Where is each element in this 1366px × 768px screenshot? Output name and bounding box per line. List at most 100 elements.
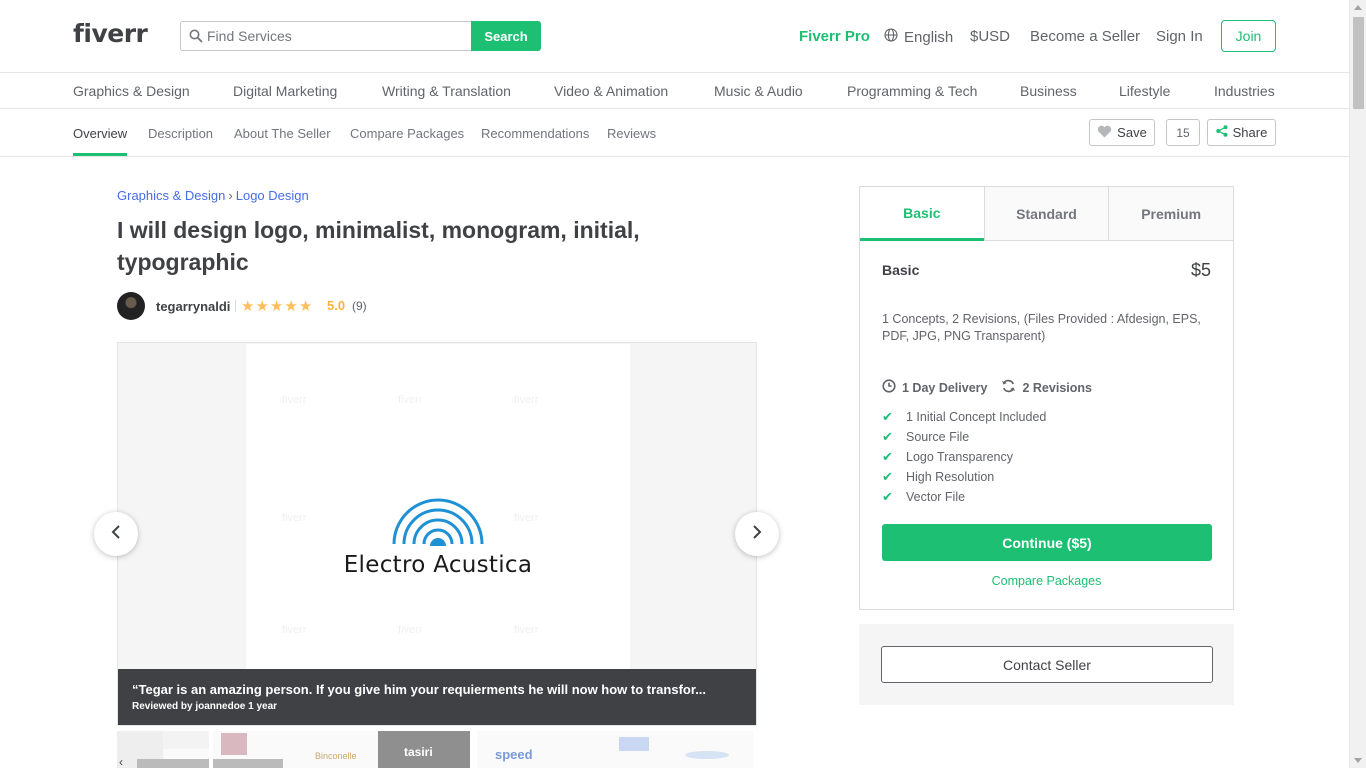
tab-reviews[interactable]: Reviews bbox=[607, 126, 656, 141]
thumbnail[interactable] bbox=[117, 731, 209, 768]
check-icon: ✔ bbox=[882, 409, 893, 424]
thumb-label: Binconelle bbox=[315, 751, 357, 761]
breadcrumb: Graphics & Design › Logo Design bbox=[117, 188, 309, 203]
rating-count[interactable]: (9) bbox=[352, 299, 367, 313]
feature-label: Vector File bbox=[906, 490, 966, 504]
heart-icon bbox=[1097, 125, 1112, 141]
tab-recommendations[interactable]: Recommendations bbox=[481, 126, 589, 141]
thumbnail[interactable] bbox=[661, 731, 753, 768]
gallery-next-button[interactable] bbox=[735, 512, 779, 556]
star-icon: ★ bbox=[269, 298, 284, 315]
category-music-audio[interactable]: Music & Audio bbox=[714, 83, 803, 99]
tab-standard[interactable]: Standard bbox=[983, 187, 1109, 240]
active-tab-indicator bbox=[73, 153, 127, 156]
delivery-label: 1 Day Delivery bbox=[902, 380, 988, 395]
package-description: 1 Concepts, 2 Revisions, (Files Provided… bbox=[882, 312, 1201, 343]
gig-gallery: fiverr fiverr fiverr fiverr fiverr fiver… bbox=[117, 342, 757, 726]
share-icon bbox=[1215, 125, 1228, 140]
watermark: fiverr bbox=[514, 624, 539, 636]
continue-button[interactable]: Continue ($5) bbox=[882, 524, 1212, 561]
become-seller-link[interactable]: Become a Seller bbox=[1030, 28, 1140, 45]
breadcrumb-graphics-design[interactable]: Graphics & Design bbox=[117, 188, 225, 203]
save-button[interactable]: Save bbox=[1089, 119, 1155, 146]
package-tabs: Basic Standard Premium bbox=[860, 187, 1234, 241]
fiverr-logo[interactable]: fiverr bbox=[73, 19, 148, 48]
thumb-label: speed bbox=[495, 747, 533, 762]
feature-label: High Resolution bbox=[906, 470, 995, 484]
feature-label: 1 Initial Concept Included bbox=[906, 410, 1047, 424]
scroll-up-icon[interactable] bbox=[1354, 5, 1362, 10]
tab-overview[interactable]: Overview bbox=[73, 126, 127, 141]
save-label: Save bbox=[1117, 125, 1147, 140]
tab-compare-packages[interactable]: Compare Packages bbox=[350, 126, 464, 141]
refresh-icon bbox=[1001, 379, 1016, 396]
gallery-thumbnails: Binconelle tasiri speed bbox=[117, 731, 757, 768]
gig-title: I will design logo, minimalist, monogram… bbox=[117, 217, 640, 275]
revisions-label: 2 Revisions bbox=[1022, 380, 1092, 395]
site-header: fiverr Search Fiverr Pro English $USD Be… bbox=[0, 0, 1349, 73]
check-icon: ✔ bbox=[882, 469, 893, 484]
review-meta: Reviewed by joannedoe 1 year bbox=[132, 701, 278, 712]
thumbnail[interactable]: tasiri bbox=[378, 731, 470, 768]
thumbnail[interactable] bbox=[569, 731, 661, 768]
tab-description[interactable]: Description bbox=[148, 126, 213, 141]
fiverr-pro-link[interactable]: Fiverr Pro bbox=[799, 28, 870, 45]
page-scrollbar[interactable] bbox=[1349, 0, 1366, 768]
save-count: 15 bbox=[1166, 119, 1200, 146]
category-lifestyle[interactable]: Lifestyle bbox=[1119, 83, 1170, 99]
check-icon: ✔ bbox=[882, 489, 893, 504]
thumbnail[interactable] bbox=[213, 731, 305, 768]
package-features: ✔ 1 Initial Concept Included ✔ Source File… bbox=[882, 407, 1046, 507]
watermark: fiverr bbox=[282, 512, 307, 524]
search-button[interactable]: Search bbox=[471, 21, 541, 51]
category-digital-marketing[interactable]: Digital Marketing bbox=[233, 83, 337, 99]
thumbnail[interactable]: Binconelle bbox=[305, 731, 379, 768]
feature-item: ✔ 1 Initial Concept Included bbox=[882, 407, 1046, 427]
category-programming-tech[interactable]: Programming & Tech bbox=[847, 83, 977, 99]
seller-name[interactable]: tegarrynaldi bbox=[156, 299, 230, 314]
compare-packages-link[interactable]: Compare Packages bbox=[860, 574, 1233, 588]
tab-basic[interactable]: Basic bbox=[860, 187, 984, 241]
feature-item: ✔ Vector File bbox=[882, 487, 1046, 507]
tab-premium[interactable]: Premium bbox=[1108, 187, 1234, 240]
join-button[interactable]: Join bbox=[1221, 20, 1276, 52]
category-graphics-design[interactable]: Graphics & Design bbox=[73, 83, 190, 99]
breadcrumb-logo-design[interactable]: Logo Design bbox=[236, 188, 309, 203]
thumbnail[interactable]: speed bbox=[477, 731, 569, 768]
contact-seller-button[interactable]: Contact Seller bbox=[881, 646, 1213, 683]
thumbnails-prev-icon[interactable]: ‹ bbox=[119, 755, 123, 768]
category-industries[interactable]: Industries bbox=[1214, 83, 1275, 99]
feature-label: Source File bbox=[906, 430, 970, 444]
globe-icon bbox=[884, 28, 898, 46]
watermark: fiverr bbox=[282, 394, 307, 406]
watermark: fiverr bbox=[514, 512, 539, 524]
category-video-animation[interactable]: Video & Animation bbox=[554, 83, 668, 99]
currency-selector[interactable]: $USD bbox=[970, 28, 1010, 45]
search-field[interactable] bbox=[180, 21, 472, 51]
seller-avatar[interactable] bbox=[117, 292, 145, 320]
category-business[interactable]: Business bbox=[1020, 83, 1077, 99]
feature-label: Logo Transparency bbox=[906, 450, 1014, 464]
share-label: Share bbox=[1232, 125, 1268, 140]
share-button[interactable]: Share bbox=[1207, 119, 1276, 146]
gallery-prev-button[interactable] bbox=[94, 512, 138, 556]
search-input[interactable] bbox=[207, 22, 467, 50]
gallery-slide: fiverr fiverr fiverr fiverr fiverr fiver… bbox=[246, 344, 630, 670]
language-selector[interactable]: English bbox=[884, 28, 953, 46]
category-writing-translation[interactable]: Writing & Translation bbox=[382, 83, 511, 99]
sign-in-link[interactable]: Sign In bbox=[1156, 28, 1203, 45]
tab-about-seller[interactable]: About The Seller bbox=[234, 126, 331, 141]
scrollbar-thumb[interactable] bbox=[1353, 17, 1364, 109]
watermark: fiverr bbox=[398, 624, 423, 636]
revisions-info: 2 Revisions bbox=[1001, 379, 1092, 396]
review-quote: “Tegar is an amazing person. If you give… bbox=[132, 682, 707, 697]
scroll-down-icon[interactable] bbox=[1354, 758, 1362, 763]
package-name: Basic bbox=[882, 262, 920, 278]
star-icon: ★ bbox=[255, 298, 269, 315]
clock-icon bbox=[882, 379, 896, 396]
watermark: fiverr bbox=[398, 394, 423, 406]
feature-item: ✔ Source File bbox=[882, 427, 1046, 447]
chevron-left-icon bbox=[111, 524, 121, 545]
watermark: fiverr bbox=[282, 624, 307, 636]
watermark: fiverr bbox=[514, 394, 539, 406]
